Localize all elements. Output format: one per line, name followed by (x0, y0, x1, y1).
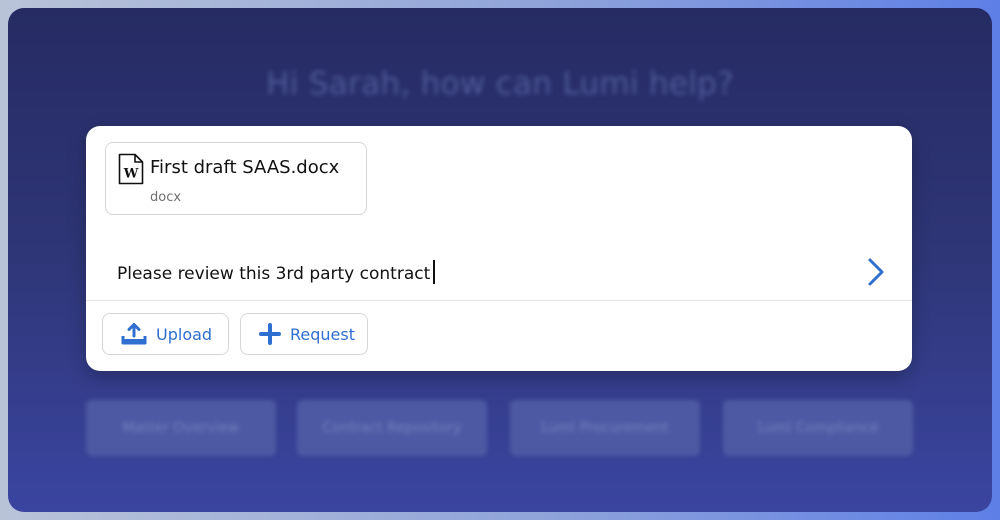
request-button[interactable]: Request (240, 313, 368, 355)
quick-actions-row: Matter Overview Contract Repository Lumi… (86, 400, 916, 456)
quick-action-lumi-compliance[interactable]: Lumi Compliance (723, 400, 913, 456)
quick-action-label: Matter Overview (122, 420, 240, 436)
attachment-filetype: docx (150, 190, 182, 205)
prompt-card: W First draft SAAS.docx docx Please revi… (86, 126, 912, 371)
upload-button[interactable]: Upload (102, 313, 229, 355)
request-label: Request (290, 324, 355, 344)
plus-icon (259, 323, 281, 345)
prompt-input[interactable]: Please review this 3rd party contract (117, 260, 435, 284)
text-caret (433, 260, 435, 284)
send-button[interactable] (862, 254, 890, 290)
chevron-right-icon (868, 258, 884, 286)
prompt-text: Please review this 3rd party contract (117, 264, 431, 284)
card-divider (86, 300, 912, 301)
quick-action-contract-repository[interactable]: Contract Repository (297, 400, 487, 456)
upload-icon (121, 323, 147, 345)
attachment-filename: First draft SAAS.docx (150, 157, 340, 178)
quick-action-lumi-procurement[interactable]: Lumi Procurement (510, 400, 700, 456)
quick-action-label: Lumi Procurement (541, 420, 669, 436)
attachment-chip[interactable]: W First draft SAAS.docx docx (105, 142, 367, 215)
word-document-icon: W (118, 153, 144, 185)
app-window: Hi Sarah, how can Lumi help? W First dra… (8, 8, 992, 512)
quick-action-label: Lumi Compliance (757, 420, 879, 436)
greeting-heading: Hi Sarah, how can Lumi help? (266, 66, 734, 102)
quick-action-matter-overview[interactable]: Matter Overview (86, 400, 276, 456)
svg-text:W: W (123, 167, 139, 182)
quick-action-label: Contract Repository (322, 420, 462, 436)
upload-label: Upload (156, 324, 213, 344)
